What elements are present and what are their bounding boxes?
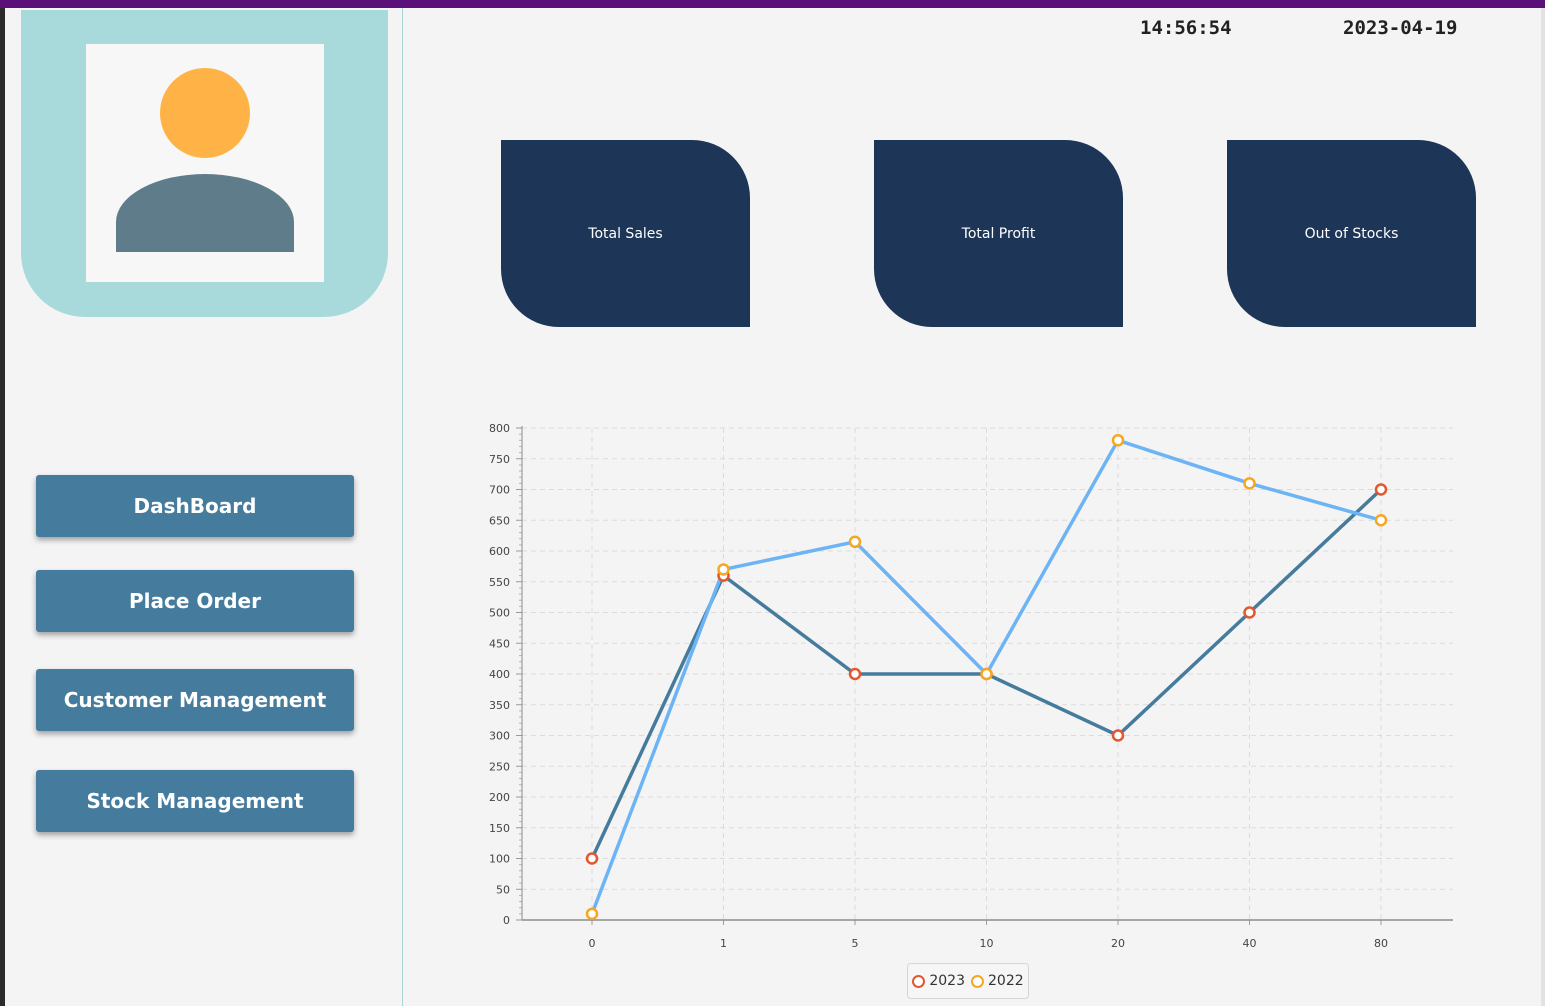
y-tick-label: 450	[489, 637, 510, 650]
legend-label-2022: 2022	[988, 973, 1024, 989]
y-tick-label: 0	[503, 914, 510, 927]
legend-label-2023: 2023	[929, 973, 965, 989]
data-point-2022	[980, 667, 993, 681]
y-tick-label: 100	[489, 853, 510, 866]
y-tick-label: 50	[496, 883, 510, 896]
sales-line-chart: 0 50 100 150 200 250 300 350 400 450 500 550 600 650 7…	[470, 410, 1480, 1005]
y-tick-label: 350	[489, 699, 510, 712]
chart-plot: 0501001502002503003504004505005506006507…	[489, 422, 1453, 950]
current-date: 2023-04-19	[1343, 17, 1458, 39]
chart-legend: 2023 2022	[907, 963, 1029, 999]
data-point-2023	[1243, 606, 1256, 619]
total-profit-card[interactable]: Total Profit	[874, 140, 1123, 327]
y-tick-label: 400	[489, 668, 510, 681]
y-tick-label: 600	[489, 545, 510, 558]
profile-card	[21, 10, 388, 317]
clock-time: 14:56:54	[1140, 17, 1232, 39]
legend-marker-2022	[971, 974, 984, 988]
legend-item-2022: 2022	[971, 973, 1024, 989]
y-tick-label: 700	[489, 484, 510, 497]
y-tick-label: 550	[489, 576, 510, 589]
y-tick-label: 150	[489, 822, 510, 835]
data-point-2022	[585, 907, 599, 921]
total-profit-label: Total Profit	[961, 225, 1036, 242]
y-tick-label: 750	[489, 453, 510, 466]
avatar-body	[116, 174, 294, 252]
place-order-button[interactable]: Place Order	[36, 570, 354, 632]
y-tick-label: 300	[489, 730, 510, 743]
data-point-2023	[1111, 729, 1125, 742]
y-tick-label: 250	[489, 760, 510, 773]
legend-marker-2023	[912, 974, 926, 988]
x-tick-label: 1	[720, 937, 727, 950]
total-sales-card[interactable]: Total Sales	[501, 140, 750, 327]
total-sales-label: Total Sales	[588, 225, 663, 242]
x-tick-label: 20	[1111, 937, 1125, 950]
data-point-2022	[848, 535, 862, 549]
dashboard-button[interactable]: DashBoard	[36, 475, 354, 537]
data-point-2023	[585, 852, 599, 865]
x-tick-label: 10	[980, 937, 994, 950]
y-tick-label: 800	[489, 422, 510, 435]
stock-management-button[interactable]: Stock Management	[36, 770, 354, 832]
user-avatar-icon	[86, 44, 324, 282]
data-point-2022	[717, 563, 730, 576]
customer-management-button[interactable]: Customer Management	[36, 669, 354, 731]
legend-item-2023: 2023	[912, 973, 965, 989]
data-point-2022	[1374, 514, 1388, 527]
data-point-2022	[1243, 477, 1256, 490]
window-title-bar	[0, 0, 1545, 8]
right-window-edge	[1541, 8, 1545, 1006]
y-tick-label: 500	[489, 607, 510, 620]
data-point-2023	[1374, 483, 1388, 496]
data-point-2022	[1111, 434, 1125, 447]
y-tick-label: 200	[489, 791, 510, 804]
x-tick-label: 80	[1374, 937, 1388, 950]
avatar-head	[160, 68, 250, 158]
x-tick-label: 40	[1243, 937, 1257, 950]
out-of-stocks-card[interactable]: Out of Stocks	[1227, 140, 1476, 327]
x-tick-label: 0	[589, 937, 596, 950]
sidebar: DashBoard Place Order Customer Managemen…	[5, 8, 403, 1006]
y-tick-label: 650	[489, 514, 510, 527]
out-of-stocks-label: Out of Stocks	[1304, 225, 1399, 242]
data-point-2023	[848, 667, 862, 681]
x-tick-label: 5	[852, 937, 859, 950]
